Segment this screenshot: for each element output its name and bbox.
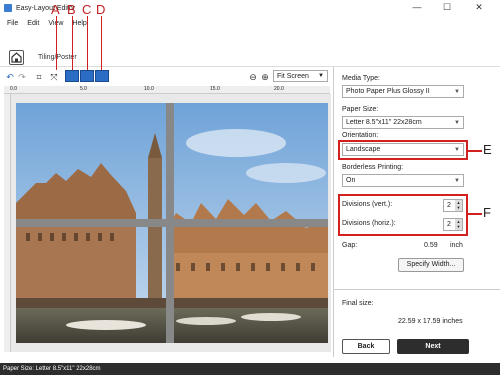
ruler-tick: 0.0 [10,86,17,92]
home-button[interactable] [9,50,24,65]
borderless-label: Borderless Printing: [342,164,404,171]
gap-value: 0.59 [424,242,438,249]
callout-f: F [483,205,491,220]
orientation-label: Orientation: [342,132,379,139]
divisions-horiz-spinner[interactable]: 2 ▲ ▼ [443,218,463,231]
callout-b-line [72,16,73,70]
layout-a-icon[interactable] [65,70,79,82]
callout-a: A [51,2,60,17]
app-window: Easy-Layout Editor — ☐ ✕ File Edit View … [0,0,500,375]
callout-e: E [483,142,492,157]
status-bar: Paper Size: Letter 8.5"x11" 22x28cm [0,363,500,375]
callout-b: B [67,2,76,17]
redo-icon[interactable]: ↷ [17,72,27,82]
callout-f-line [468,213,482,215]
paper-size-label: Paper Size: [342,106,379,113]
paper-size-value: Letter 8.5"x11" 22x28cm [346,119,422,126]
ruler-tick: 10.0 [144,86,154,92]
final-size-value: 22.59 x 17.59 inches [398,318,463,325]
callout-a-line [56,16,57,70]
chevron-down-icon: ▼ [454,89,460,95]
tiling-poster-label: Tiling/Poster [38,54,77,61]
zoom-out-icon[interactable]: ⊖ [248,72,258,82]
vertical-ruler [4,94,11,352]
back-button[interactable]: Back [342,339,390,354]
gap-unit: inch [450,242,463,249]
orientation-select[interactable]: Landscape ▼ [342,143,464,156]
divisions-horiz-value: 2 [447,221,451,228]
divisions-vert-value: 2 [447,202,451,209]
zoom-in-icon[interactable]: ⊕ [260,72,270,82]
panel-divider [333,67,334,357]
chevron-down-icon: ▼ [318,73,324,79]
spinner-arrows-icon[interactable]: ▲ ▼ [455,219,462,230]
ruler-tick: 20.0 [274,86,284,92]
maximize-button[interactable]: ☐ [440,2,454,13]
app-icon [4,4,12,12]
layout-c-icon[interactable] [95,70,109,82]
orientation-value: Landscape [346,146,381,153]
callout-c: C [82,2,92,17]
close-button[interactable]: ✕ [472,2,486,13]
final-size-label: Final size: [342,300,374,307]
poster-photo[interactable] [16,103,328,343]
final-size-divider [334,289,500,290]
media-type-value: Photo Paper Plus Glossy II [346,88,430,95]
borderless-select[interactable]: On ▼ [342,174,464,187]
menu-help[interactable]: Help [72,20,86,32]
menu-file[interactable]: File [7,20,18,32]
fit-icon[interactable]: ⤧ [49,72,59,82]
borderless-value: On [346,177,356,184]
specify-width-button[interactable]: Specify Width... [398,258,464,272]
zoom-value: Fit Screen [277,73,309,80]
divisions-vert-label: Divisions (vert.): [342,201,393,208]
ruler-tick: 5.0 [80,86,87,92]
chevron-down-icon: ▼ [454,178,460,184]
undo-icon[interactable]: ↶ [5,72,15,82]
ribbon-divider [0,66,500,67]
tile-gap-horizontal [16,219,328,227]
media-type-select[interactable]: Photo Paper Plus Glossy II ▼ [342,85,464,98]
chevron-down-icon: ▼ [454,147,460,153]
home-icon [11,52,22,63]
spinner-arrows-icon[interactable]: ▲ ▼ [455,200,462,211]
ruler-tick: 15.0 [210,86,220,92]
divisions-vert-spinner[interactable]: 2 ▲ ▼ [443,199,463,212]
callout-d: D [96,2,106,17]
next-button[interactable]: Next [397,339,469,354]
chevron-down-icon: ▼ [454,120,460,126]
zoom-select[interactable]: Fit Screen ▼ [273,70,328,82]
callout-c-line [87,16,88,70]
layout-b-icon[interactable] [80,70,94,82]
gap-label: Gap: [342,242,358,249]
menu-bar: File Edit View Help [0,20,87,32]
minimize-button[interactable]: — [410,2,424,12]
paper-size-select[interactable]: Letter 8.5"x11" 22x28cm ▼ [342,116,464,129]
media-type-label: Media Type: [342,75,381,82]
callout-d-line [101,16,102,70]
divisions-horiz-label: Divisions (horiz.): [342,220,396,227]
callout-e-line [468,150,482,152]
menu-edit[interactable]: Edit [27,20,39,32]
horizontal-ruler: 0.0 5.0 10.0 15.0 20.0 [4,86,330,94]
crop-icon[interactable]: ⌗ [34,72,44,82]
